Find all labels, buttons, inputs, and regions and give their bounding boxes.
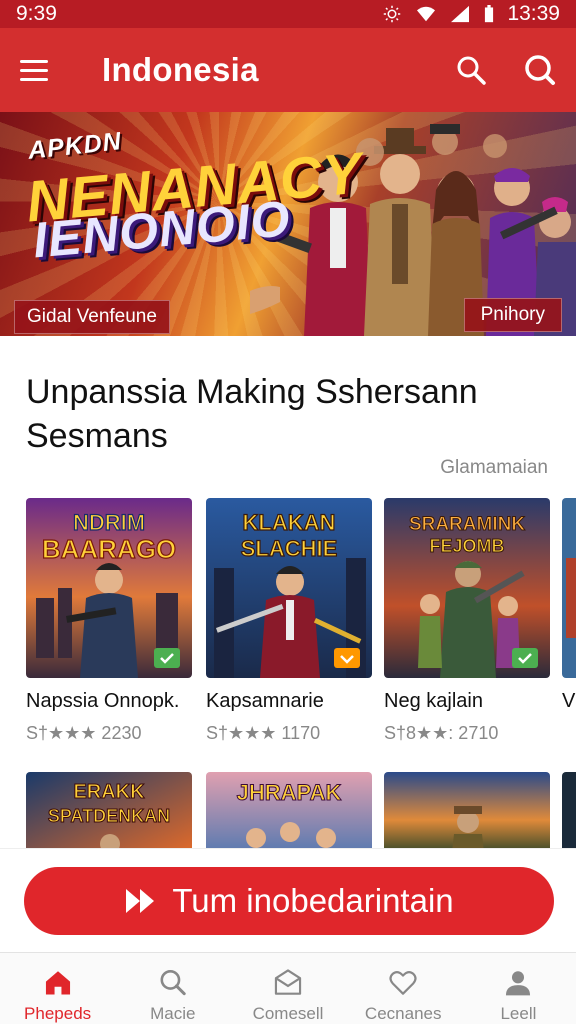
wifi-icon [417, 6, 436, 22]
see-all-link[interactable]: Glamamaian [440, 457, 548, 479]
installed-check-icon [512, 648, 538, 668]
status-bar: 9:39 13:39 [0, 0, 576, 28]
nav-label: Leell [500, 1004, 537, 1023]
game-card-title: Neg kajlain [384, 690, 483, 712]
card-art-title: NDRIM [73, 510, 145, 535]
card-art-subtitle: SPATDENKAN [48, 806, 170, 826]
nav-item-home[interactable]: Phepeds [0, 953, 115, 1024]
game-card-thumbnail: KLAKAN SLACHIE [206, 498, 372, 678]
signal-icon [451, 5, 470, 23]
app-title: Indonesia [102, 51, 259, 88]
game-card-thumbnail[interactable] [384, 772, 550, 852]
primary-action-button[interactable]: Tum inobedarintain [24, 867, 554, 935]
game-card[interactable]: KLAKAN SLACHIE Kapsamnarie S†★★★ 1170 [206, 498, 372, 744]
game-card-rating: S†★★★ 2230 [26, 723, 142, 743]
game-card-list-secondary: ERAKK SPATDENKAN JHRAPAK [26, 772, 576, 852]
game-card-list: NDRIM BAARAGO Napssia Onnopk. S†★★★ 2230… [26, 498, 576, 758]
search-icon [160, 970, 186, 996]
heart-icon [389, 971, 417, 995]
game-card-thumbnail: NDRIM BAARAGO [26, 498, 192, 678]
card-art-title: SRARAMINK [409, 514, 525, 535]
game-card-thumbnail[interactable]: JHRAPAK [206, 772, 372, 852]
mail-icon [274, 969, 302, 995]
nav-item-profile[interactable]: Leell [461, 953, 576, 1024]
nav-item-search[interactable]: Macie [115, 953, 230, 1024]
game-card[interactable]: V [562, 498, 576, 723]
game-card-thumbnail: SRARAMINK FEJOMB [384, 498, 550, 678]
card-art-subtitle: BAARAGO [42, 534, 176, 564]
game-card[interactable]: SRARAMINK FEJOMB Neg kajlain S†8★★: 2710 [384, 498, 550, 744]
person-icon [506, 971, 531, 996]
battery-icon [485, 5, 494, 23]
menu-icon[interactable] [20, 52, 56, 88]
card-art-title: KLAKAN [243, 510, 336, 535]
installed-check-icon [154, 648, 180, 668]
game-card-thumbnail[interactable] [562, 772, 576, 852]
nav-label: Comesell [252, 1004, 324, 1023]
nav-label: Macie [150, 1004, 196, 1023]
nav-item-favorites[interactable]: Cecnanes [346, 953, 461, 1024]
section-title: Unpanssia Making Sshersann Sesmans [26, 373, 478, 455]
cta-container: Tum inobedarintain [0, 848, 576, 952]
fast-forward-icon [126, 889, 155, 913]
status-icons: 13:39 [381, 2, 560, 26]
game-card-title: Napssia Onnopk. [26, 690, 180, 712]
search-icon[interactable] [454, 53, 488, 87]
game-card-title: V [562, 690, 576, 712]
status-time: 9:39 [16, 2, 57, 25]
game-card-thumbnail [562, 498, 576, 678]
game-card-title: Kapsamnarie [206, 690, 324, 712]
home-icon [45, 971, 70, 995]
game-card-thumbnail[interactable]: ERAKK SPATDENKAN [26, 772, 192, 852]
app-bar: Indonesia [0, 28, 576, 112]
search-icon-secondary[interactable] [522, 53, 556, 87]
game-card[interactable]: NDRIM BAARAGO Napssia Onnopk. S†★★★ 2230 [26, 498, 192, 744]
app-bar-actions [454, 53, 556, 87]
banner-tag-left[interactable]: Gidal Venfeune [14, 300, 170, 334]
game-card-rating: S†★★★ 1170 [206, 723, 321, 743]
nav-item-mail[interactable]: Comesell [230, 953, 345, 1024]
card-art-title: ERAKK [73, 781, 145, 803]
card-art-title: JHRAPAK [237, 780, 342, 805]
banner-tag-right[interactable]: Pnihory [463, 298, 562, 332]
game-card-rating: S†8★★: 2710 [384, 723, 499, 743]
card-art-subtitle: FEJOMB [429, 536, 504, 556]
status-time-right: 13:39 [507, 2, 560, 25]
nav-label: Cecnanes [364, 1004, 442, 1023]
card-art-subtitle: SLACHIE [241, 536, 338, 561]
installed-check-icon [334, 648, 360, 668]
primary-action-label: Tum inobedarintain [172, 882, 454, 919]
bottom-navigation: Phepeds Macie Comesell Cecnanes Leell [0, 952, 576, 1024]
hero-banner[interactable]: APKDN NENANACY IENONOIO Gidal Venfeune P… [0, 112, 576, 336]
nav-label: Phepeds [24, 1004, 92, 1023]
brightness-icon [384, 5, 401, 23]
